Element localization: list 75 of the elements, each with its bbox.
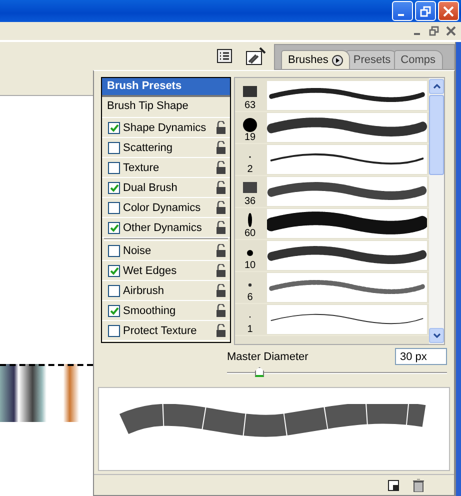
checkbox[interactable] xyxy=(108,202,120,214)
checkbox[interactable] xyxy=(108,142,120,154)
lock-icon[interactable] xyxy=(216,121,226,134)
diameter-slider[interactable] xyxy=(227,366,447,379)
restore-icon xyxy=(429,26,439,36)
brush-stroke-preview[interactable] xyxy=(267,241,427,270)
lock-icon[interactable] xyxy=(216,201,226,214)
option-label[interactable]: Smoothing xyxy=(123,304,213,316)
brush-tip-icon[interactable] xyxy=(241,181,259,196)
option-label[interactable]: Shape Dynamics xyxy=(123,122,213,134)
minimize-icon xyxy=(414,33,420,35)
close-icon xyxy=(443,6,454,16)
lock-icon[interactable] xyxy=(216,324,226,337)
brush-palette-icon[interactable] xyxy=(246,47,266,65)
slider-thumb[interactable] xyxy=(255,367,264,377)
trash-icon[interactable] xyxy=(413,478,424,492)
close-button[interactable] xyxy=(438,1,459,21)
master-diameter-label: Master Diameter xyxy=(227,350,308,362)
lock-icon[interactable] xyxy=(216,161,226,174)
option-label[interactable]: Scattering xyxy=(123,142,213,154)
brush-stroke-preview[interactable] xyxy=(267,145,427,174)
brush-size: 63 xyxy=(244,100,256,111)
option-label[interactable]: Color Dynamics xyxy=(123,202,213,214)
brush-stroke-preview[interactable] xyxy=(267,177,427,206)
option-label[interactable]: Noise xyxy=(123,244,213,256)
close-icon xyxy=(446,26,456,36)
checkbox[interactable] xyxy=(108,162,120,174)
scroll-down-button[interactable] xyxy=(429,328,444,343)
checkbox[interactable] xyxy=(108,324,120,336)
option-label[interactable]: Other Dynamics xyxy=(123,222,213,234)
option-label[interactable]: Protect Texture xyxy=(123,324,213,336)
brush-size: 60 xyxy=(244,228,256,239)
checkbox[interactable] xyxy=(108,284,120,296)
brush-size: 6 xyxy=(247,292,253,303)
lock-icon[interactable] xyxy=(216,284,226,297)
restore-button[interactable] xyxy=(415,1,436,21)
brush-size: 2 xyxy=(247,164,253,175)
brush-stroke-preview[interactable] xyxy=(267,81,427,110)
diameter-field[interactable]: 30 px xyxy=(395,348,447,365)
minimize-icon xyxy=(398,14,404,16)
scrollbar-thumb[interactable] xyxy=(429,95,444,175)
lock-icon[interactable] xyxy=(216,221,226,234)
minimize-button[interactable] xyxy=(392,1,413,21)
panel-tab[interactable]: Comps xyxy=(394,50,442,69)
brush-presets-item[interactable]: Brush Presets xyxy=(102,78,230,97)
checkbox[interactable] xyxy=(108,182,120,194)
brush-tip-shape-item[interactable]: Brush Tip Shape xyxy=(102,97,230,118)
brush-stroke-preview[interactable] xyxy=(267,113,427,142)
brush-size: 19 xyxy=(244,132,256,143)
checkbox[interactable] xyxy=(108,222,120,234)
new-brush-icon[interactable] xyxy=(388,480,399,490)
checkbox[interactable] xyxy=(108,304,120,316)
brush-stroke-preview[interactable] xyxy=(267,305,427,334)
scroll-up-button[interactable] xyxy=(429,79,444,94)
lock-icon[interactable] xyxy=(216,181,226,194)
brush-size: 10 xyxy=(244,260,256,271)
checkbox[interactable] xyxy=(108,264,120,276)
lock-icon[interactable] xyxy=(216,264,226,277)
list-icon[interactable] xyxy=(217,49,232,63)
lock-icon[interactable] xyxy=(216,304,226,317)
lock-icon[interactable] xyxy=(216,244,226,257)
option-label[interactable]: Wet Edges xyxy=(123,264,213,276)
checkbox[interactable] xyxy=(108,122,120,134)
panel-tab[interactable]: Brushes xyxy=(281,50,350,69)
option-label[interactable]: Dual Brush xyxy=(123,182,213,194)
brush-size: 1 xyxy=(247,324,253,335)
brush-tip-icon[interactable] xyxy=(241,117,259,132)
brush-stroke-preview[interactable] xyxy=(267,209,427,238)
restore-icon xyxy=(420,6,431,16)
lock-icon[interactable] xyxy=(216,141,226,154)
option-label[interactable]: Texture xyxy=(123,162,213,174)
brush-size: 36 xyxy=(244,196,256,207)
checkbox[interactable] xyxy=(108,244,120,256)
option-label[interactable]: Airbrush xyxy=(123,284,213,296)
brush-tip-icon[interactable] xyxy=(241,85,259,100)
